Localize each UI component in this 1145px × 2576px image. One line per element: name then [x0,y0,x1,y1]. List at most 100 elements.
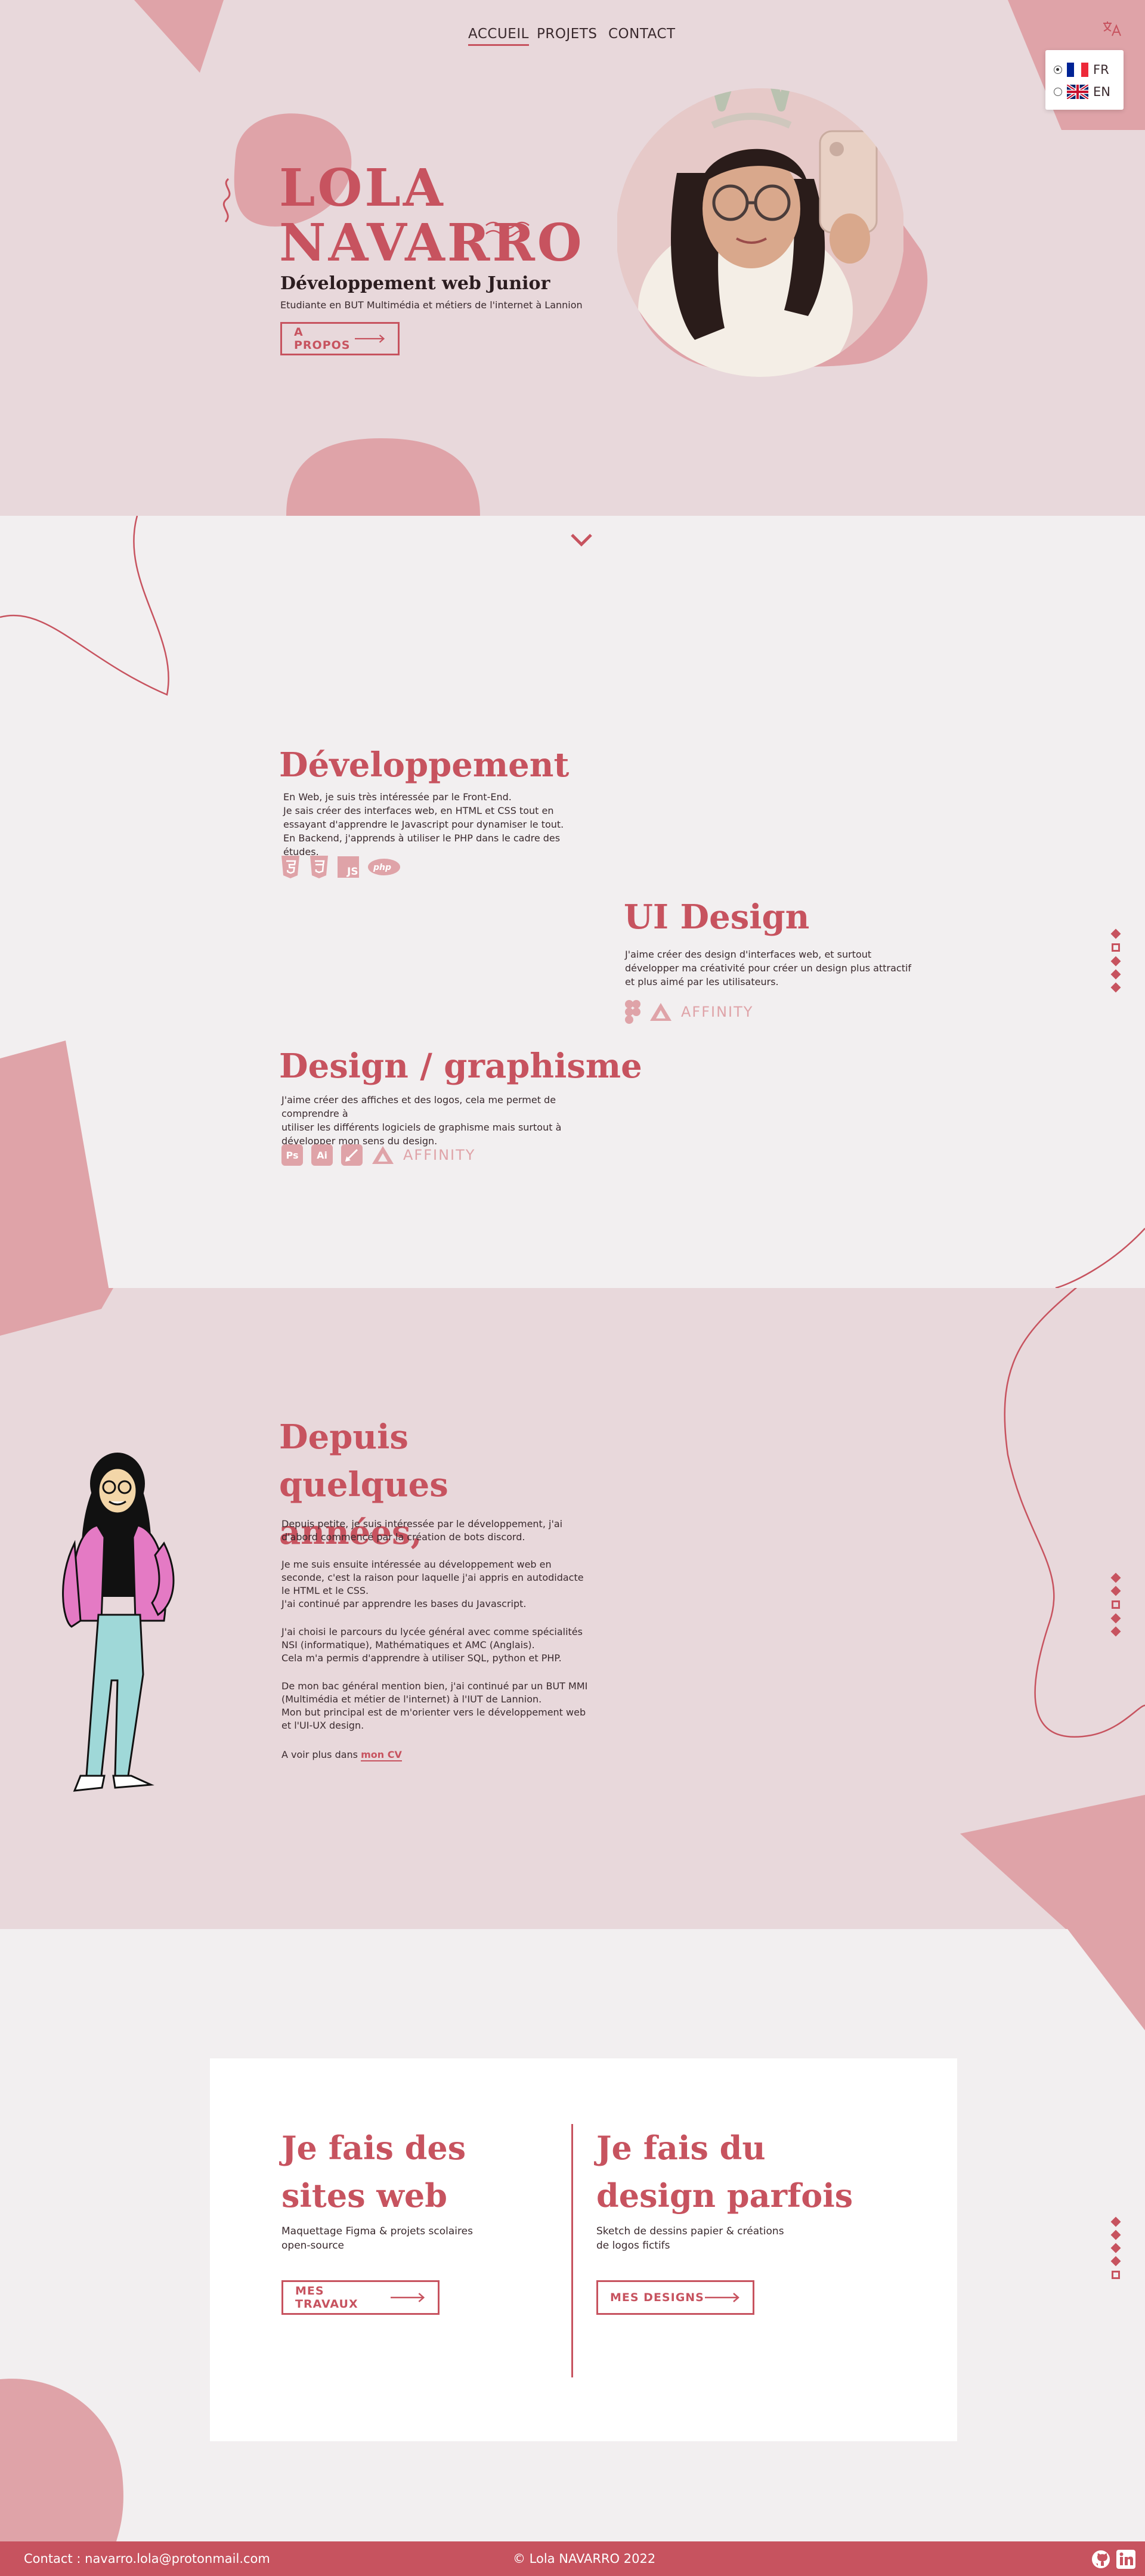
pager-dot-active[interactable] [1112,2271,1120,2279]
arrow-right-icon [390,2293,425,2302]
pager-dot[interactable] [1110,2256,1121,2267]
affinity-label: AFFINITY [403,1147,476,1163]
footer-copyright: © Lola NAVARRO 2022 [513,2552,656,2566]
corner-blob [0,2379,123,2541]
design-offer-title: Je fais du design parfois [596,2129,853,2215]
radio-fr[interactable] [1054,66,1062,74]
svg-text:php: php [373,863,391,872]
offers-section: Je fais des sites web Maquettage Figma &… [0,1929,1145,2541]
profile-photo [617,88,903,377]
hero-last-name: NAVARRO [279,213,584,273]
triangle-shape [960,1795,1145,1929]
about-button[interactable]: A PROPOS [280,322,400,355]
pager-dot[interactable] [1110,2216,1121,2227]
section-pager [1110,1572,1121,1637]
web-offer-title: Je fais des sites web [281,2129,466,2215]
designs-button-label: MES DESIGNS [610,2291,704,2304]
js-icon: JS [338,856,359,878]
web-offer-text: Maquettage Figma & projets scolaires ope… [281,2224,473,2253]
procreate-icon [341,1144,363,1166]
pager-dot[interactable] [1110,2243,1121,2253]
pager-dot[interactable] [1110,956,1121,967]
web-offer-line: open-source [281,2240,345,2252]
offers-card: Je fais des sites web Maquettage Figma &… [210,2058,957,2441]
design-line: utiliser les différents logiciels de gra… [281,1122,562,1133]
affinity-icon [650,1003,671,1021]
arrow-right-icon [355,335,385,343]
ps-label: Ps [286,1149,299,1161]
lang-label-en: EN [1093,85,1110,99]
hero-name: LOLA NAVARRO [279,161,584,271]
ui-title: UI Design [624,897,810,937]
dev-line: En Web, je suis très intéressée par le F… [283,791,512,803]
footer-contact[interactable]: Contact : navarro.lola@protonmail.com [24,2552,270,2566]
about-button-label: A PROPOS [294,326,351,352]
lang-option-fr[interactable]: FR [1054,61,1109,79]
nav-accueil[interactable]: ACCUEIL [468,26,529,46]
css3-icon [310,856,328,878]
ui-line: développer ma créativité pour créer un d… [625,962,912,974]
github-icon[interactable] [1091,2550,1110,2569]
design-text: J'aime créer des affiches et des logos, … [281,1093,615,1148]
hero-first-name: LOLA [279,158,445,218]
france-flag-icon [1067,63,1088,77]
tilted-square-shape [0,1288,113,1336]
web-offer-line: Maquettage Figma & projets scolaires [281,2225,473,2237]
triangle-shape [134,0,224,73]
dev-text: En Web, je suis très intéressée par le F… [283,790,593,859]
uk-flag-icon [1067,85,1088,99]
php-icon: php [368,859,400,875]
pager-dot[interactable] [1110,1626,1121,1637]
pager-dot[interactable] [1110,1572,1121,1583]
affinity-label: AFFINITY [681,1004,754,1020]
html5-icon [281,856,299,878]
about-more: A voir plus dans mon CV [281,1748,592,1761]
pager-dot[interactable] [1110,969,1121,980]
svg-text:JS: JS [346,866,358,878]
hero-tagline: Etudiante en BUT Multimédia et métiers d… [280,299,583,311]
nav-contact[interactable]: CONTACT [608,26,676,42]
pager-dot[interactable] [1110,928,1121,939]
design-offer-line: de logos fictifs [596,2240,670,2252]
nav-projets[interactable]: PROJETS [537,26,597,42]
cv-link[interactable]: mon CV [361,1749,402,1761]
lang-label-fr: FR [1093,63,1109,77]
chevron-down-icon[interactable] [570,532,593,547]
about-paragraph: Je me suis ensuite intéressée au dévelop… [281,1559,584,1596]
squiggle-left [222,178,231,223]
about-paragraph: Cela m'a permis d'apprendre à utiliser S… [281,1652,562,1664]
design-offer-line: Sketch de dessins papier & créations [596,2225,784,2237]
about-paragraph: J'ai continué par apprendre les bases du… [281,1598,527,1609]
illustrator-icon: Ai [311,1144,333,1166]
curve-line-right [1055,1228,1145,1288]
about-paragraph: Mon but principal est de m'orienter vers… [281,1707,586,1731]
pager-dot-active[interactable] [1112,943,1120,952]
skills-section: Développement En Web, je suis très intér… [0,516,1145,1288]
triangle-shape [1067,1929,1145,2030]
about-paragraph: De mon bac général mention bien, j'ai co… [281,1680,588,1705]
dev-title: Développement [279,745,570,785]
tilted-square-shape [0,1041,109,1288]
hero-section: ACCUEIL PROJETS CONTACT FR EN LOLA NAVAR… [0,0,1145,516]
dev-line: Je sais créer des interfaces web, en HTM… [283,805,554,816]
pager-dot[interactable] [1110,1586,1121,1596]
pager-dot[interactable] [1110,982,1121,993]
design-offer-text: Sketch de dessins papier & créations de … [596,2224,784,2253]
design-title: Design / graphisme [279,1046,642,1086]
about-section: Depuis quelques années, Depuis petite, j… [0,1288,1145,1929]
pager-dot[interactable] [1110,1613,1121,1624]
works-button[interactable]: MES TRAVAUX [281,2280,440,2315]
pager-dot[interactable] [1110,2230,1121,2240]
linkedin-icon[interactable] [1116,2550,1135,2569]
language-menu: FR EN [1045,50,1124,110]
works-button-label: MES TRAVAUX [295,2284,358,2311]
arrow-right-icon [705,2293,739,2302]
radio-en[interactable] [1054,88,1062,96]
pager-dot-active[interactable] [1112,1600,1120,1609]
bottom-blob [286,438,480,516]
translate-icon[interactable] [1102,20,1122,37]
design-icons: Ps Ai AFFINITY [281,1144,475,1166]
lang-option-en[interactable]: EN [1054,83,1110,101]
ui-icons: AFFINITY [625,1000,753,1024]
designs-button[interactable]: MES DESIGNS [596,2280,754,2315]
